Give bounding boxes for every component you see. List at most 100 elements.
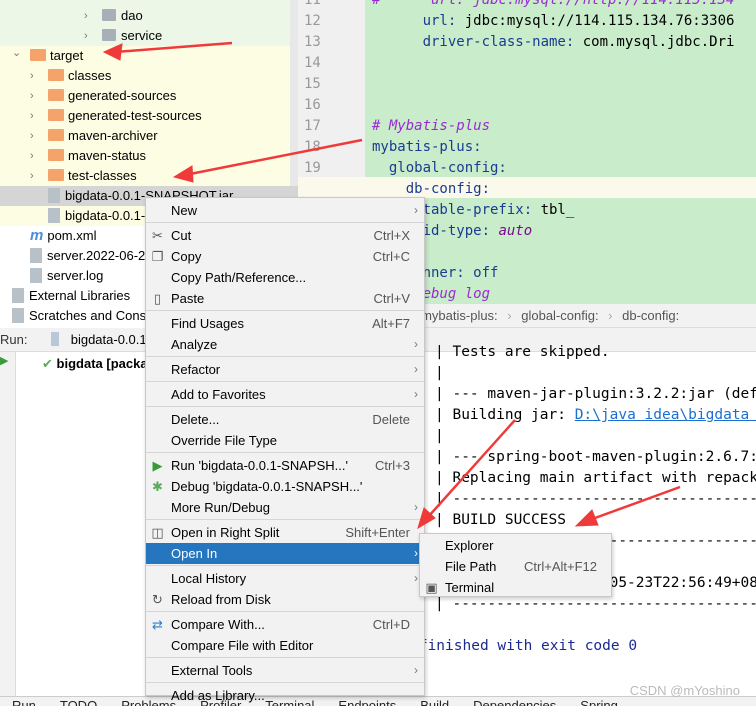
chevron-down-icon[interactable]: ⌄ <box>12 43 21 63</box>
menu-item-local-history[interactable]: Local History › <box>146 568 424 589</box>
tree-item-label: External Libraries <box>29 288 131 303</box>
menu-item-terminal[interactable]: ▣ Terminal <box>420 577 611 598</box>
current-line-gutter <box>298 177 365 198</box>
tool-window-todo[interactable]: TODO <box>60 698 97 706</box>
code-line: # We debug log <box>372 284 756 303</box>
code-key: mybatis-plus: <box>372 139 482 155</box>
menu-item-refactor[interactable]: Refactor › <box>146 359 424 380</box>
console-text: | Replacing main artifact with repacka <box>435 470 756 486</box>
menu-item-label: Find Usages <box>171 316 244 331</box>
menu-item-add-as-library[interactable]: Add as Library... <box>146 685 424 706</box>
chevron-right-icon[interactable]: › <box>84 6 92 26</box>
chevron-right-icon[interactable]: › <box>84 26 92 46</box>
tree-item[interactable]: › classes <box>0 66 298 86</box>
chevron-right-icon: › <box>414 203 418 217</box>
chevron-right-icon[interactable]: › <box>30 126 38 146</box>
menu-item-cut[interactable]: ✂ Cut Ctrl+X <box>146 225 424 246</box>
code-line: driver-class-name: com.mysql.jdbc.Dri <box>372 32 756 53</box>
menu-item-open-in-right-split[interactable]: ◫ Open in Right Split Shift+Enter <box>146 522 424 543</box>
split-icon: ◫ <box>151 525 164 540</box>
chevron-right-icon: › <box>503 308 516 323</box>
tree-item[interactable]: › maven-status <box>0 146 298 166</box>
jar-path-link[interactable]: D:\java idea\bigdata s <box>575 407 756 423</box>
chevron-right-icon[interactable]: › <box>30 86 38 106</box>
tree-item[interactable]: › generated-test-sources <box>0 106 298 126</box>
tree-item-label: test-classes <box>68 168 137 183</box>
code-key: url: <box>372 13 465 29</box>
menu-item-copy[interactable]: ❐ Copy Ctrl+C <box>146 246 424 267</box>
menu-item-delete[interactable]: Delete... Delete <box>146 409 424 430</box>
run-side-toolbar: ▶ <box>0 352 16 696</box>
tool-window-run[interactable]: Run <box>12 698 36 706</box>
tree-item[interactable]: › generated-sources <box>0 86 298 106</box>
log-file-icon <box>30 268 42 283</box>
tree-item[interactable]: › test-classes <box>0 166 298 186</box>
tree-item-label: server.log <box>47 268 104 283</box>
console-output[interactable]: | Tests are skipped. | | --- maven-jar-plu… <box>425 343 756 683</box>
menu-item-copy-path-reference[interactable]: Copy Path/Reference... <box>146 267 424 288</box>
menu-item-run-bigdata-0-0-1-snapsh[interactable]: ▶ Run 'bigdata-0.0.1-SNAPSH...' Ctrl+3 <box>146 455 424 476</box>
console-line: Process finished with exit code 0 <box>425 636 637 657</box>
shortcut-label: Ctrl+Alt+F12 <box>524 559 597 574</box>
menu-item-label: Refactor <box>171 362 221 377</box>
menu-item-more-run-debug[interactable]: More Run/Debug › <box>146 497 424 518</box>
code-value: tbl_ <box>540 202 575 218</box>
package-icon <box>102 9 116 21</box>
menu-item-find-usages[interactable]: Find Usages Alt+F7 <box>146 313 424 334</box>
tree-item-label: generated-sources <box>68 88 177 103</box>
tree-item-label: generated-test-sources <box>68 108 202 123</box>
menu-item-label: Explorer <box>445 538 494 553</box>
menu-item-analyze[interactable]: Analyze › <box>146 334 424 355</box>
folder-icon <box>48 129 64 141</box>
menu-item-label: Override File Type <box>171 433 277 448</box>
menu-item-add-to-favorites[interactable]: Add to Favorites › <box>146 384 424 405</box>
tree-item[interactable]: › service <box>0 26 298 46</box>
tree-item-label: classes <box>68 68 112 83</box>
menu-item-label: Cut <box>171 228 192 243</box>
chevron-right-icon[interactable]: › <box>30 66 38 86</box>
shortcut-label: Ctrl+D <box>372 617 410 632</box>
line-number: 16 <box>304 97 321 113</box>
chevron-right-icon[interactable]: › <box>30 106 38 126</box>
tool-window-dependencies[interactable]: Dependencies <box>473 698 556 706</box>
line-number: 11 <box>304 0 321 8</box>
menu-item-compare-file-with-editor[interactable]: Compare File with Editor <box>146 635 424 656</box>
tree-item[interactable]: › dao <box>0 6 298 26</box>
folder-icon <box>48 169 64 181</box>
tree-item-label: server.2022-06-2 <box>47 248 146 263</box>
code-line: global-config: <box>372 158 756 179</box>
tree-item[interactable]: ⌄ target <box>0 46 298 66</box>
menu-item-compare-with[interactable]: ⇄ Compare With... Ctrl+D <box>146 614 424 635</box>
breadcrumb-item[interactable]: global-config: <box>521 308 598 323</box>
menu-item-paste[interactable]: ▯ Paste Ctrl+V <box>146 288 424 309</box>
console-line: | <box>435 363 444 384</box>
chevron-right-icon[interactable]: › <box>30 146 38 166</box>
rerun-icon[interactable]: ▶ <box>0 354 15 367</box>
code-key: # Mybatis-plus <box>372 118 491 134</box>
tool-window-spring[interactable]: Spring <box>580 698 618 706</box>
breadcrumb-item[interactable]: db-config: <box>622 308 679 323</box>
code-key: # url: jdbc:mysql://http://114.115.134 <box>372 0 735 8</box>
tool-window-build[interactable]: Build <box>420 698 449 706</box>
breadcrumb-item[interactable]: mybatis-plus: <box>421 308 498 323</box>
menu-item-open-in[interactable]: Open In › <box>146 543 424 564</box>
menu-item-explorer[interactable]: Explorer <box>420 535 611 556</box>
tree-item[interactable]: › maven-archiver <box>0 126 298 146</box>
chevron-right-icon: › <box>414 546 418 560</box>
menu-item-override-file-type[interactable]: Override File Type <box>146 430 424 451</box>
menu-item-reload-from-disk[interactable]: ↻ Reload from Disk <box>146 589 424 610</box>
menu-item-file-path[interactable]: File Path Ctrl+Alt+F12 <box>420 556 611 577</box>
console-text: | ------------------------------------ <box>435 491 756 507</box>
tree-item-label: service <box>121 28 163 43</box>
run-tree-item[interactable]: ✔ bigdata [packa <box>42 356 148 372</box>
menu-item-debug-bigdata-0-0-1-snapsh[interactable]: ✱ Debug 'bigdata-0.0.1-SNAPSH...' <box>146 476 424 497</box>
menu-item-new[interactable]: New › <box>146 200 424 221</box>
menu-item-external-tools[interactable]: External Tools › <box>146 660 424 681</box>
chevron-right-icon: › <box>414 362 418 376</box>
code-line: id-type: auto <box>372 221 756 242</box>
menu-item-label: Local History <box>171 571 247 586</box>
copy-icon: ❐ <box>151 249 164 264</box>
chevron-right-icon[interactable]: › <box>30 166 38 186</box>
menu-item-label: Terminal <box>445 580 495 595</box>
